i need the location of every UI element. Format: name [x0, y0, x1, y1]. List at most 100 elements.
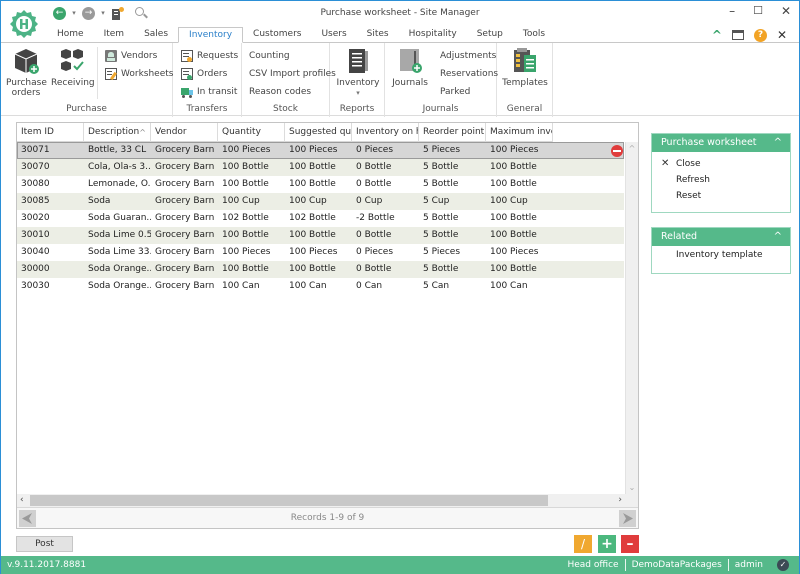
minimize-button[interactable]: – — [729, 4, 735, 18]
purchase-worksheet-panel-header[interactable]: Purchase worksheet ^ — [652, 134, 790, 152]
purchase-worksheet-panel: Purchase worksheet ^ ✕ Close Refresh Res… — [651, 133, 791, 213]
scroll-left-icon[interactable]: ‹ — [20, 494, 24, 507]
table-row[interactable]: 30070 Cola, Ola-s 3... Grocery Barn 100 Bot… — [17, 159, 624, 176]
cell-description: Soda Orange... — [88, 281, 151, 291]
tab-sales[interactable]: Sales — [134, 27, 178, 43]
templates-icon — [511, 46, 539, 76]
table-row[interactable]: 30080 Lemonade, O... Grocery Barn 100 Bottl… — [17, 176, 624, 193]
panel-refresh-action[interactable]: Refresh — [652, 172, 790, 188]
tab-home[interactable]: Home — [47, 27, 94, 43]
edit-button[interactable]: / — [574, 535, 592, 553]
cell-description: Soda Lime 33... — [88, 247, 151, 257]
vendors-label: Vendors — [121, 51, 158, 61]
table-row[interactable]: 30071 Bottle, 33 CL Grocery Barn 100 Pieces… — [17, 142, 624, 159]
row-delete-icon[interactable] — [611, 145, 623, 157]
maximize-button[interactable]: ☐ — [753, 4, 763, 18]
table-row[interactable]: 30010 Soda Lime 0.5 L Grocery Barn 100 Bott… — [17, 227, 624, 244]
csv-import-profiles-button[interactable]: CSV Import profiles — [249, 66, 336, 82]
cell-suggested-quantity: 100 Pieces — [289, 145, 338, 155]
inventory-report-button[interactable]: Inventory ▾ — [334, 46, 382, 98]
adjustments-button[interactable]: Adjustments — [440, 48, 496, 64]
vertical-scrollbar[interactable]: ^ ⌄ — [625, 142, 638, 494]
purchase-worksheet-grid: Item ID Description ^ Vendor Quantity Su… — [16, 122, 639, 529]
next-arrow-icon — [623, 513, 633, 524]
tab-sites[interactable]: Sites — [357, 27, 399, 43]
close-document-icon[interactable]: ✕ — [777, 28, 787, 42]
parked-button[interactable]: Parked — [440, 84, 470, 100]
inventory-template-link[interactable]: Inventory template — [652, 247, 790, 263]
column-header-reorder-point[interactable]: Reorder point — [419, 123, 486, 142]
ribbon-group-general: Templates General — [497, 43, 553, 117]
panel-close-action[interactable]: ✕ Close — [652, 156, 790, 172]
cell-inventory-on-hand: -2 Bottle — [356, 213, 395, 223]
journals-button[interactable]: Journals — [391, 46, 429, 88]
column-header-maximum-inventory[interactable]: Maximum inve... — [486, 123, 553, 142]
collapse-ribbon-icon[interactable]: ^ — [712, 28, 722, 42]
horizontal-scroll-thumb[interactable] — [30, 495, 548, 506]
cell-inventory-on-hand: 0 Bottle — [356, 179, 392, 189]
adjustments-label: Adjustments — [440, 51, 497, 61]
scroll-up-icon[interactable]: ^ — [626, 144, 638, 153]
cell-description: Lemonade, O... — [88, 179, 151, 189]
close-button[interactable]: ✕ — [781, 4, 791, 18]
table-row[interactable]: 30020 Soda Guaran... Grocery Barn 102 Bottl… — [17, 210, 624, 227]
vendors-button[interactable]: Vendors — [105, 48, 157, 64]
cell-quantity: 100 Bottle — [222, 162, 269, 172]
cell-suggested-quantity: 102 Bottle — [289, 213, 336, 223]
table-row[interactable]: 30030 Soda Orange... Grocery Barn 100 Can 10… — [17, 278, 624, 295]
next-page-button[interactable] — [619, 510, 636, 527]
receiving-button[interactable]: Receiving — [51, 46, 95, 88]
connection-status-icon: ✓ — [777, 559, 789, 571]
purchase-orders-button[interactable]: Purchase orders — [6, 46, 47, 98]
cell-quantity: 100 Pieces — [222, 145, 271, 155]
column-header-vendor[interactable]: Vendor — [151, 123, 218, 142]
related-panel-header[interactable]: Related ^ — [652, 228, 790, 246]
data-package-label[interactable]: DemoDataPackages — [632, 556, 722, 574]
table-row[interactable]: 30000 Soda Orange... Grocery Barn 100 Bottl… — [17, 261, 624, 278]
version-label: v.9.11.2017.8881 — [7, 560, 87, 570]
column-header-item-id[interactable]: Item ID — [17, 123, 84, 142]
tab-inventory[interactable]: Inventory — [178, 27, 244, 43]
post-button[interactable]: Post — [16, 536, 73, 552]
in-transit-button[interactable]: In transit — [181, 84, 237, 100]
panel-reset-action[interactable]: Reset — [652, 188, 790, 204]
tab-item[interactable]: Item — [94, 27, 135, 43]
help-icon[interactable]: ? — [753, 28, 767, 42]
scroll-right-icon[interactable]: › — [618, 494, 622, 507]
cell-inventory-on-hand: 0 Pieces — [356, 145, 394, 155]
worksheets-button[interactable]: Worksheets — [105, 66, 173, 82]
column-header-suggested-quantity[interactable]: Suggested qu... — [285, 123, 352, 142]
window-layout-icon[interactable] — [731, 30, 744, 40]
related-panel: Related ^ Inventory template — [651, 227, 791, 274]
reservations-button[interactable]: Reservations — [440, 66, 498, 82]
column-header-quantity[interactable]: Quantity — [218, 123, 285, 142]
collapse-chevron-icon[interactable]: ^ — [774, 228, 782, 246]
purchase-orders-label-2: orders — [11, 88, 41, 98]
column-header-inventory-on-hand[interactable]: Inventory on h... — [352, 123, 419, 142]
tab-customers[interactable]: Customers — [243, 27, 311, 43]
tab-tools[interactable]: Tools — [513, 27, 555, 43]
cell-vendor: Grocery Barn — [155, 162, 215, 172]
templates-button[interactable]: Templates — [501, 46, 549, 88]
cell-description: Soda — [88, 196, 111, 206]
horizontal-scrollbar[interactable]: ‹ › — [17, 494, 638, 507]
worksheets-icon — [105, 68, 118, 81]
cell-description: Cola, Ola-s 3... — [88, 162, 151, 172]
table-row[interactable]: 30040 Soda Lime 33... Grocery Barn 100 Piec… — [17, 244, 624, 261]
user-label[interactable]: admin — [735, 556, 763, 574]
requests-button[interactable]: Requests — [181, 48, 238, 64]
counting-button[interactable]: Counting — [249, 48, 290, 64]
scroll-down-icon[interactable]: ⌄ — [626, 483, 638, 492]
tab-setup[interactable]: Setup — [467, 27, 513, 43]
cell-item-id: 30000 — [21, 264, 50, 274]
table-row[interactable]: 30085 Soda Grocery Barn 100 Cup 100 Cup 0 Cup… — [17, 193, 624, 210]
orders-button[interactable]: Orders — [181, 66, 227, 82]
tab-users[interactable]: Users — [311, 27, 356, 43]
column-header-description[interactable]: Description ^ — [84, 123, 151, 142]
delete-button[interactable]: – — [621, 535, 639, 553]
add-button[interactable]: + — [598, 535, 616, 553]
tab-hospitality[interactable]: Hospitality — [399, 27, 467, 43]
store-label[interactable]: Head office — [567, 556, 618, 574]
reason-codes-button[interactable]: Reason codes — [249, 84, 311, 100]
collapse-chevron-icon[interactable]: ^ — [774, 134, 782, 152]
